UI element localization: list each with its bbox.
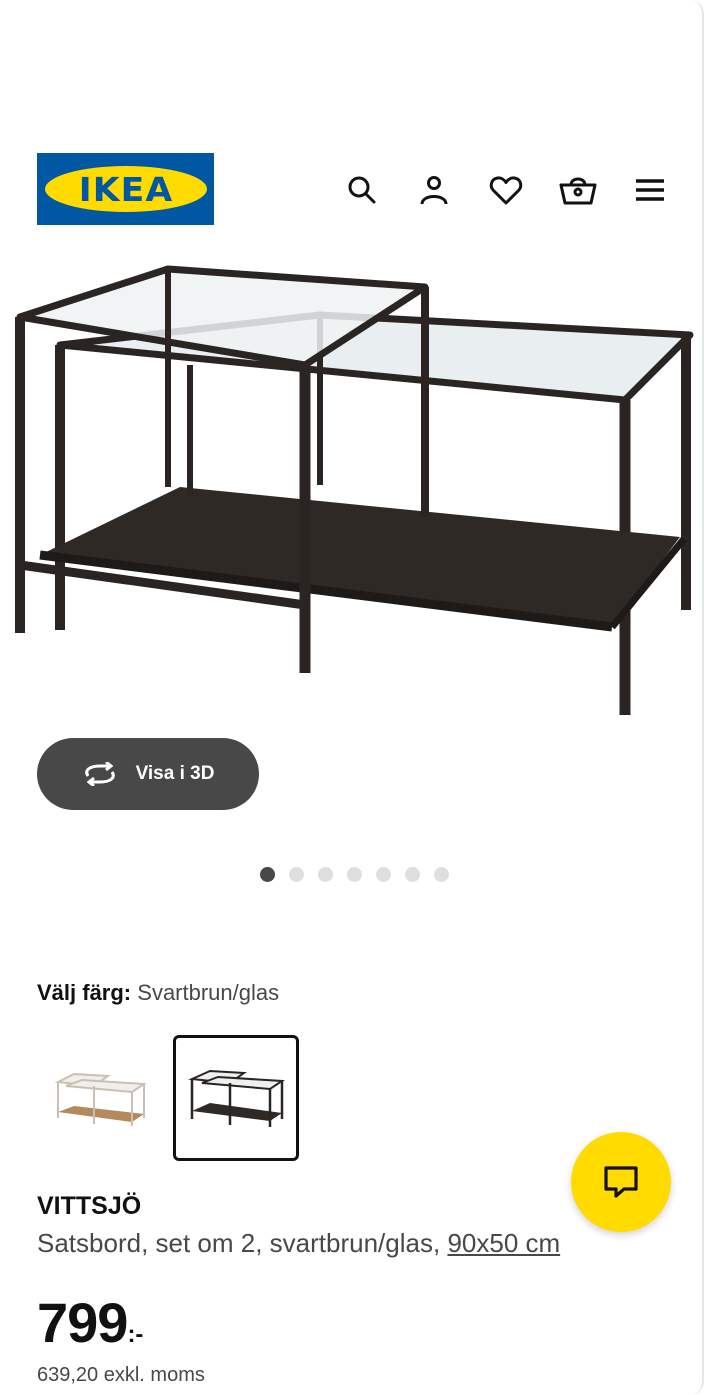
color-value: Svartbrun/glas	[137, 980, 280, 1005]
rotate-3d-icon	[84, 762, 115, 786]
price-integer: 799	[37, 1291, 128, 1354]
gallery-dot[interactable]	[260, 867, 275, 882]
size-link[interactable]: 90x50 cm	[447, 1228, 560, 1258]
chat-icon	[604, 1166, 638, 1198]
product-image-gallery[interactable]	[0, 255, 704, 735]
menu-button[interactable]	[614, 168, 686, 212]
gallery-dot[interactable]	[405, 867, 420, 882]
gallery-dot[interactable]	[289, 867, 304, 882]
logo-text: IKEA	[78, 169, 173, 209]
ikea-logo[interactable]: IKEA	[37, 153, 214, 225]
site-header: IKEA	[0, 150, 704, 230]
price-excl-vat: 639,20 exkl. moms	[37, 1364, 205, 1386]
swatch-black-brown[interactable]	[173, 1035, 299, 1161]
header-nav	[326, 168, 686, 212]
gallery-pagination	[260, 867, 449, 882]
search-button[interactable]	[326, 168, 398, 212]
basket-icon	[559, 177, 597, 205]
swatch-white-oak[interactable]	[37, 1035, 163, 1161]
color-label: Välj färg:	[37, 980, 132, 1005]
product-image	[15, 265, 694, 715]
gallery-dot[interactable]	[434, 867, 449, 882]
account-button[interactable]	[398, 168, 470, 212]
gallery-dot[interactable]	[347, 867, 362, 882]
color-swatches	[37, 1035, 299, 1161]
account-icon	[420, 176, 448, 205]
gallery-dot[interactable]	[318, 867, 333, 882]
view-3d-label: Visa i 3D	[135, 763, 215, 784]
swatch-white-oak-thumbnail	[54, 1072, 148, 1126]
product-description-text: Satsbord, set om 2, svartbrun/glas,	[37, 1228, 441, 1258]
color-selector-label: Välj färg: Svartbrun/glas	[37, 980, 279, 1006]
view-3d-button[interactable]: Visa i 3D	[37, 738, 259, 810]
gallery-dot[interactable]	[376, 867, 391, 882]
product-price: 799 :-	[37, 1290, 143, 1355]
swatch-black-brown-thumbnail	[188, 1069, 286, 1127]
logo-oval: IKEA	[44, 166, 207, 212]
chat-button[interactable]	[571, 1132, 671, 1232]
heart-icon	[489, 176, 523, 205]
menu-icon	[636, 179, 664, 201]
search-icon	[348, 176, 376, 204]
favourites-button[interactable]	[470, 168, 542, 212]
price-suffix: :-	[127, 1321, 144, 1348]
product-name: VITTSJÖ	[37, 1192, 142, 1220]
basket-button[interactable]	[542, 168, 614, 212]
product-description: Satsbord, set om 2, svartbrun/glas, 90x5…	[37, 1228, 560, 1259]
